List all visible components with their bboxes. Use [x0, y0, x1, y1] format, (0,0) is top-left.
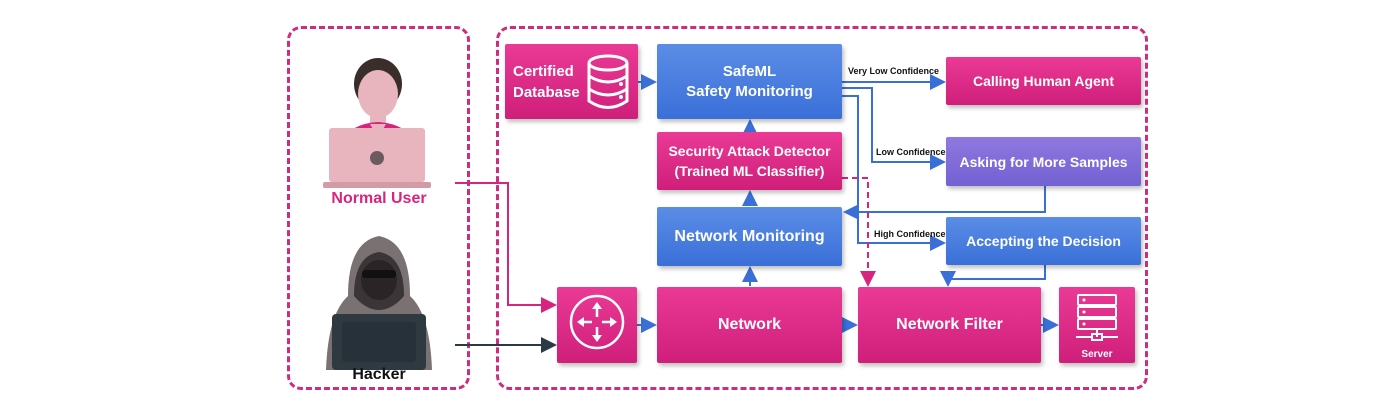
certified-database-box: Certified Database — [505, 44, 638, 119]
edge-user-router — [455, 182, 557, 313]
accepting-decision-box: Accepting the Decision — [946, 217, 1141, 265]
network-filter-label: Network Filter — [896, 316, 1003, 333]
network-filter-box: Network Filter — [858, 287, 1041, 363]
network-monitoring-box: Network Monitoring — [657, 207, 842, 266]
router-box — [557, 287, 637, 363]
low-confidence-label: Low Confidence — [876, 147, 946, 157]
server-box: Server — [1059, 287, 1135, 363]
calling-human-agent-box: Calling Human Agent — [946, 57, 1141, 105]
calling-human-agent-label: Calling Human Agent — [972, 73, 1115, 89]
edge-samples-monitoring — [843, 186, 1046, 220]
edge-detector-filter — [842, 177, 876, 287]
safeml-box: SafeML Safety Monitoring — [657, 44, 842, 119]
certified-database-label: Certified Database — [513, 62, 580, 101]
database-icon — [586, 54, 630, 116]
edge-safeml-accept — [842, 95, 946, 251]
very-low-confidence-label: Very Low Confidence — [848, 66, 940, 76]
asking-more-samples-box: Asking for More Samples — [946, 137, 1141, 186]
hacker-icon — [318, 222, 440, 370]
asking-more-samples-label: Asking for More Samples — [959, 153, 1128, 170]
server-label: Server — [1081, 349, 1113, 360]
accepting-decision-label: Accepting the Decision — [966, 233, 1121, 249]
network-label: Network — [717, 316, 782, 333]
security-detector-label: Security Attack Detector (Trained ML Cla… — [668, 143, 831, 179]
router-icon — [568, 293, 626, 357]
laptop-icon — [323, 128, 431, 190]
normal-user-label: Normal User — [331, 190, 427, 207]
high-confidence-label: High Confidence — [874, 229, 946, 239]
network-box: Network — [657, 287, 842, 363]
safeml-label: SafeML Safety Monitoring — [686, 62, 813, 100]
security-detector-box: Security Attack Detector (Trained ML Cla… — [657, 132, 842, 190]
network-monitoring-label: Network Monitoring — [674, 227, 825, 245]
server-icon — [1074, 293, 1120, 349]
hacker-label: Hacker — [352, 366, 406, 383]
edge-accept-filter — [940, 265, 1046, 287]
